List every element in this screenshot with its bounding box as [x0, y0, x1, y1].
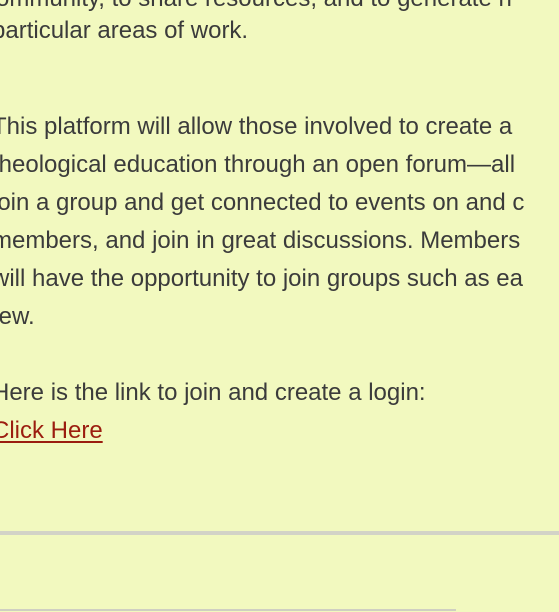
click-here-link[interactable]: Click Here	[0, 417, 103, 444]
join-instructions: Here is the link to join and create a lo…	[0, 379, 426, 406]
paragraph-1: particular areas of work.	[0, 12, 248, 50]
paragraph-line: few.	[0, 303, 35, 330]
paragraph-line: particular areas of work.	[0, 17, 249, 44]
divider	[0, 609, 456, 611]
paragraph-2: This platform will allow those involved …	[0, 108, 524, 336]
divider	[0, 531, 559, 535]
paragraph-line: This platform will allow those involved …	[0, 113, 513, 140]
paragraph-3: Here is the link to join and create a lo…	[0, 374, 426, 450]
paragraph-line: will have the opportunity to join groups…	[0, 265, 523, 292]
paragraph-line: join a group and get connected to events…	[0, 189, 525, 216]
paragraph-line: members, and join in great discussions. …	[0, 227, 521, 254]
paragraph-line: theological education through an open fo…	[0, 151, 516, 178]
